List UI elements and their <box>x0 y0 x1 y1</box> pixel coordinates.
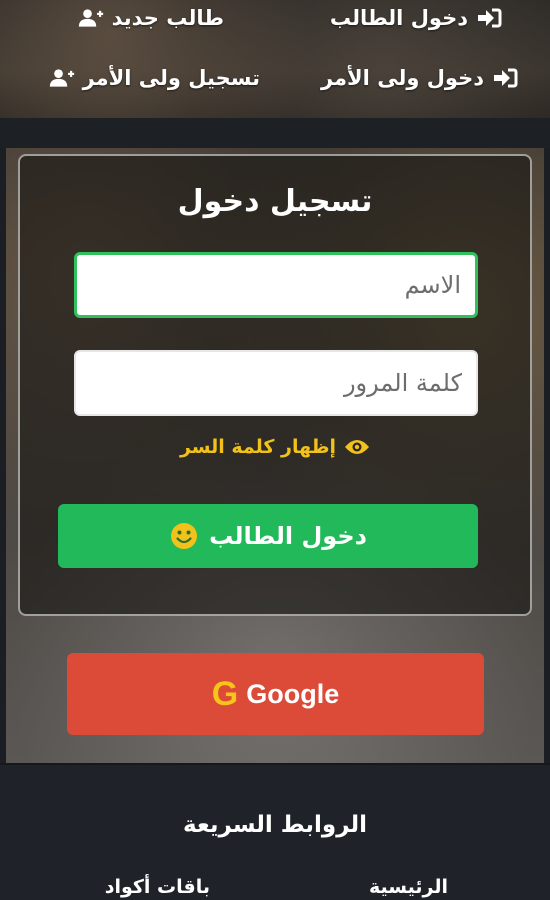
footer-link-home[interactable]: الرئيسية <box>369 876 448 898</box>
google-login-button[interactable]: G Google <box>67 653 484 735</box>
footer-title: الروابط السريعة <box>182 812 368 838</box>
student-login-link[interactable]: دخول الطالب <box>330 6 502 30</box>
new-student-label: طالب جديد <box>111 6 224 30</box>
parent-login-label: دخول ولى الأمر <box>320 66 484 90</box>
footer-link-packages[interactable]: باقات أكواد <box>105 876 210 898</box>
password-input[interactable] <box>74 350 478 416</box>
student-login-button[interactable]: دخول الطالب <box>58 504 478 568</box>
eye-icon <box>345 440 370 454</box>
smile-icon <box>171 523 198 549</box>
new-student-link[interactable]: طالب جديد <box>78 6 224 30</box>
google-button-label: Google <box>246 678 340 709</box>
show-password-label: إظهار كلمة السر <box>179 436 337 458</box>
sign-in-icon <box>494 68 518 88</box>
name-input[interactable] <box>74 252 478 318</box>
google-icon: G <box>211 674 239 713</box>
parent-register-label: تسجيل ولى الأمر <box>82 66 260 90</box>
user-plus-icon <box>49 69 74 87</box>
user-plus-icon <box>78 9 103 27</box>
show-password-toggle[interactable]: إظهار كلمة السر <box>18 436 532 458</box>
student-login-button-label: دخول الطالب <box>209 522 367 550</box>
login-title: تسجيل دخول <box>177 184 373 219</box>
header-separator <box>0 118 550 148</box>
student-login-label: دخول الطالب <box>329 6 468 30</box>
parent-login-link[interactable]: دخول ولى الأمر <box>321 66 518 90</box>
sign-in-icon <box>478 8 502 28</box>
parent-register-link[interactable]: تسجيل ولى الأمر <box>49 66 260 90</box>
